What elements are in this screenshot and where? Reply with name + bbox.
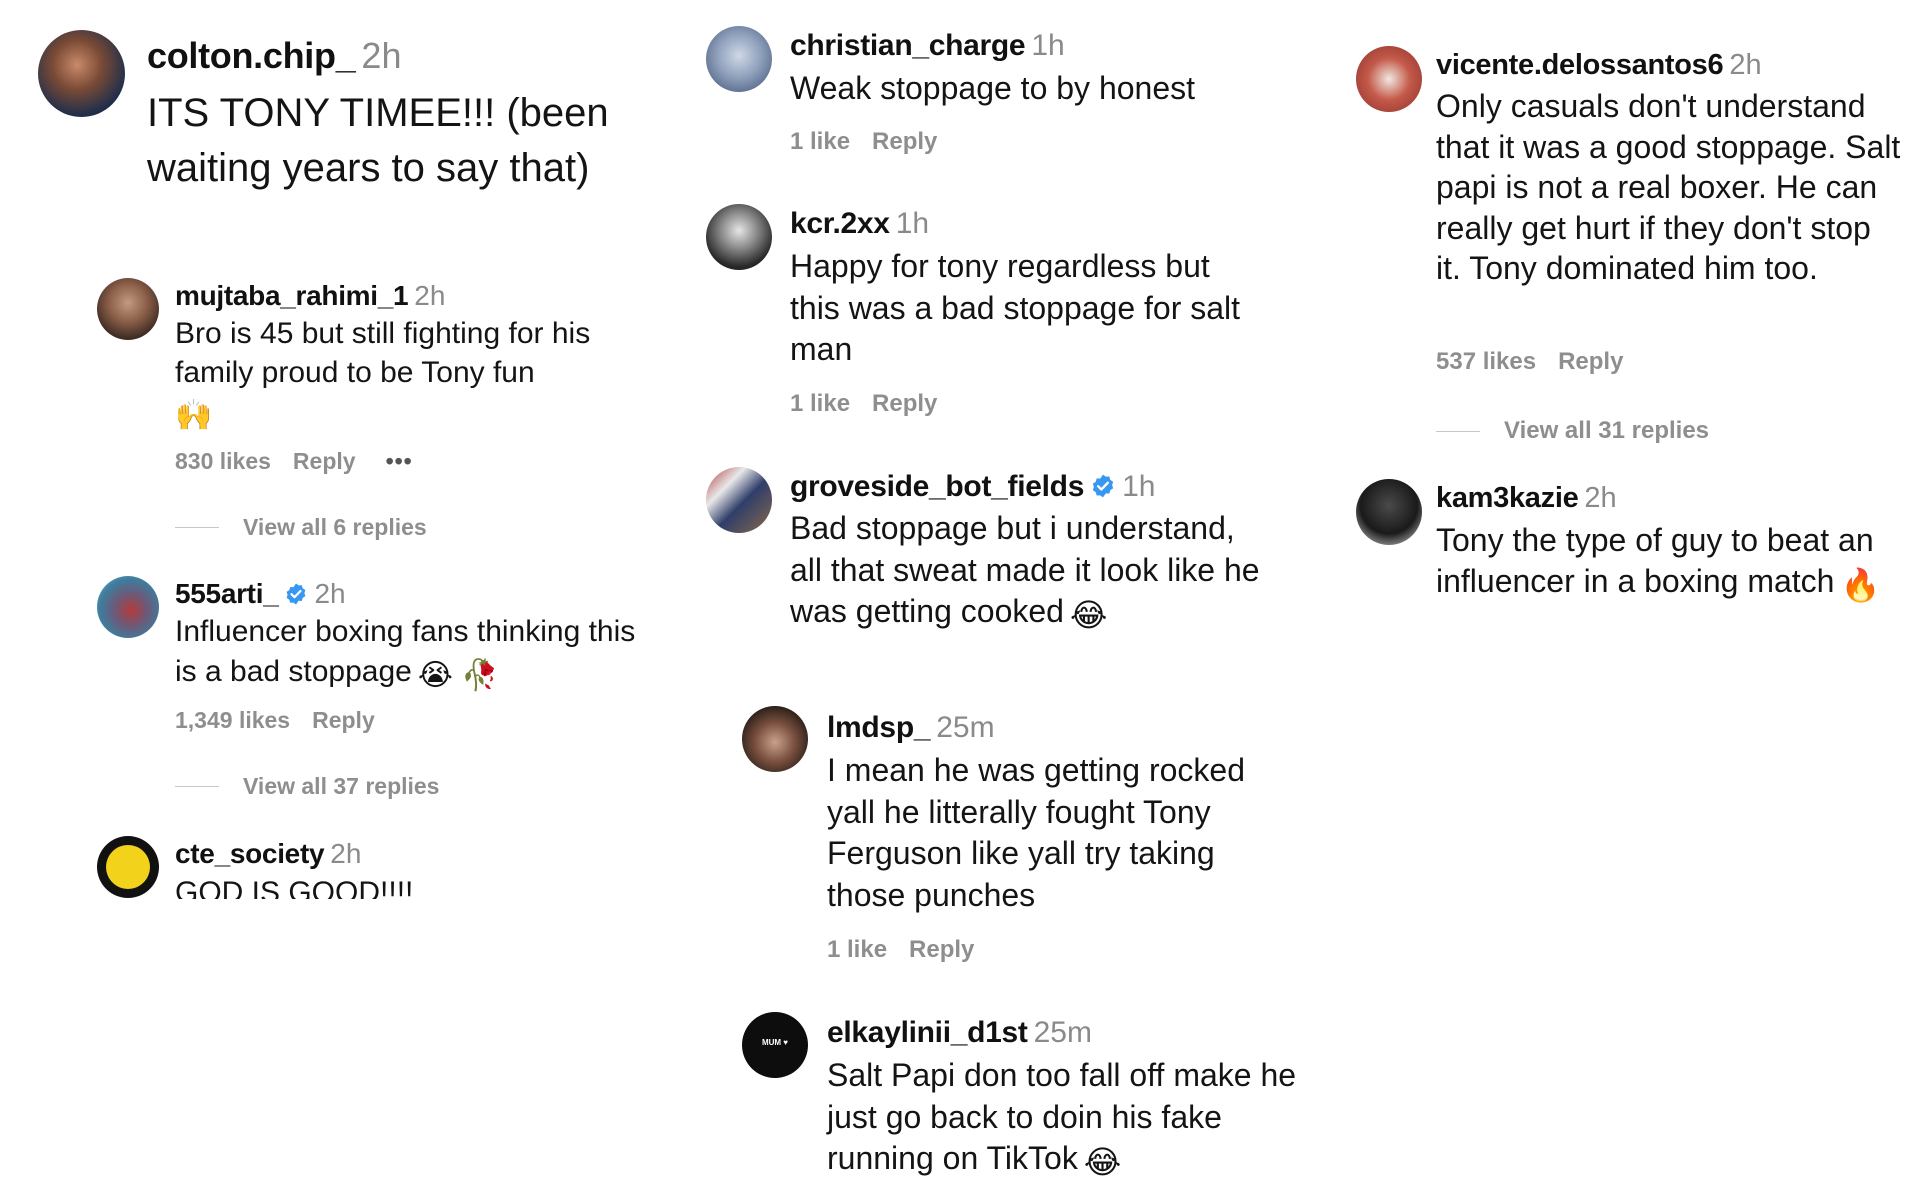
crying-rose-emoji: 😭 🥀 xyxy=(417,659,499,692)
divider xyxy=(175,786,219,787)
likes-count[interactable]: 1 like xyxy=(790,128,850,155)
username[interactable]: cte_society xyxy=(175,838,325,869)
comment-body: Tony the type of guy to beat an influenc… xyxy=(1436,522,1874,599)
timestamp: 1h xyxy=(1031,29,1065,62)
avatar[interactable] xyxy=(97,836,159,898)
comment-header: kam3kazie 2h xyxy=(1436,481,1617,516)
view-replies-button[interactable]: View all 6 replies xyxy=(175,514,427,541)
comment-header: elkaylinii_d1st 25m xyxy=(827,1015,1092,1051)
raised-hands-emoji: 🙌 xyxy=(175,399,213,432)
timestamp: 25m xyxy=(936,711,995,744)
avatar[interactable] xyxy=(706,26,772,92)
comment-text: GOD IS GOOD!!!! xyxy=(175,875,655,899)
likes-count[interactable]: 537 likes xyxy=(1436,348,1536,375)
comment-actions: 537 likes Reply xyxy=(1436,348,1645,376)
verified-badge-icon xyxy=(287,583,306,605)
avatar[interactable] xyxy=(706,204,772,270)
laughing-emoji: 😂 xyxy=(1069,597,1108,633)
username[interactable]: groveside_bot_fields xyxy=(790,470,1084,503)
avatar[interactable] xyxy=(742,706,808,772)
likes-count[interactable]: 1 like xyxy=(827,936,887,963)
comment-header: christian_charge 1h xyxy=(790,28,1065,64)
comment-text: Tony the type of guy to beat an influenc… xyxy=(1436,520,1896,606)
reply-button[interactable]: Reply xyxy=(872,128,937,155)
view-replies-label: View all 37 replies xyxy=(243,773,440,799)
username[interactable]: kam3kazie xyxy=(1436,482,1579,514)
comment-text: Weak stoppage to by honest xyxy=(790,70,1196,106)
comment-actions: 1 like Reply xyxy=(790,390,959,418)
comment-text: ITS TONY TIMEE!!! (been waiting years to… xyxy=(147,91,609,190)
comment-header: groveside_bot_fields 1h xyxy=(790,469,1155,505)
comment-body: Bro is 45 but still fighting for his fam… xyxy=(175,317,591,389)
comment-header: mujtaba_rahimi_1 2h xyxy=(175,279,445,313)
view-replies-button[interactable]: View all 31 replies xyxy=(1436,417,1709,445)
comment-header: vicente.delossantos6 2h xyxy=(1436,48,1762,83)
timestamp: 2h xyxy=(314,578,346,609)
view-replies-label: View all 31 replies xyxy=(1504,417,1710,444)
timestamp: 2h xyxy=(361,35,402,76)
avatar[interactable] xyxy=(706,467,772,533)
more-options-icon[interactable]: ••• xyxy=(386,448,413,474)
divider xyxy=(1436,430,1480,432)
timestamp: 1h xyxy=(895,207,930,240)
comment-actions: 1 like Reply xyxy=(790,128,959,156)
comment-body: GOD IS GOOD!!!! xyxy=(175,876,414,899)
comment-text: Salt Papi don too fall off make he just … xyxy=(827,1055,1307,1184)
fire-emoji: 🔥 xyxy=(1840,567,1881,603)
reply-button[interactable]: Reply xyxy=(312,707,375,733)
comment-header: kcr.2xx 1h xyxy=(790,206,929,242)
likes-count[interactable]: 1 like xyxy=(790,390,850,417)
comment-header: cte_society 2h xyxy=(175,837,361,871)
reply-button[interactable]: Reply xyxy=(872,390,937,417)
comment-text: Only casuals don't understand that it wa… xyxy=(1436,88,1901,286)
timestamp: 2h xyxy=(330,838,362,869)
avatar[interactable] xyxy=(1356,46,1422,112)
comment-text: I mean he was getting rocked yall he lit… xyxy=(827,752,1246,913)
username[interactable]: elkaylinii_d1st xyxy=(827,1016,1028,1049)
username[interactable]: kcr.2xx xyxy=(790,207,890,240)
view-replies-button[interactable]: View all 37 replies xyxy=(175,773,439,800)
comment-header: lmdsp_ 25m xyxy=(827,710,995,746)
avatar[interactable]: MUM ♥ xyxy=(742,1012,808,1078)
comment-body: Bad stoppage but i understand, all that … xyxy=(790,510,1260,629)
timestamp: 2h xyxy=(414,280,446,311)
comment-header: 555arti_ 2h xyxy=(175,577,346,611)
comment-actions: 1 like Reply xyxy=(827,936,996,964)
comment-actions: 830 likes Reply ••• xyxy=(175,448,435,475)
comment-text: Bad stoppage but i understand, all that … xyxy=(790,508,1270,637)
comment-body: Influencer boxing fans thinking this is … xyxy=(175,615,636,688)
comment-body: Salt Papi don too fall off make he just … xyxy=(827,1057,1297,1176)
comment-header: colton.chip_ 2h xyxy=(147,34,401,77)
avatar[interactable] xyxy=(1356,479,1422,545)
username[interactable]: colton.chip_ xyxy=(147,35,356,76)
likes-count[interactable]: 1,349 likes xyxy=(175,707,290,733)
username[interactable]: mujtaba_rahimi_1 xyxy=(175,280,409,311)
laughing-emoji: 😂 xyxy=(1083,1144,1122,1180)
username[interactable]: lmdsp_ xyxy=(827,711,931,744)
comment-text: Happy for tony regardless but this was a… xyxy=(790,248,1241,367)
comment-text: Bro is 45 but still fighting for his fam… xyxy=(175,314,630,435)
view-replies-label: View all 6 replies xyxy=(243,514,427,540)
timestamp: 1h xyxy=(1122,470,1156,503)
avatar-caption: MUM ♥ xyxy=(761,1038,789,1047)
username[interactable]: 555arti_ xyxy=(175,578,279,609)
avatar[interactable] xyxy=(97,278,159,340)
comment-actions: 1,349 likes Reply xyxy=(175,707,397,734)
timestamp: 25m xyxy=(1033,1016,1092,1049)
likes-count[interactable]: 830 likes xyxy=(175,448,271,474)
reply-button[interactable]: Reply xyxy=(1558,348,1623,375)
timestamp: 2h xyxy=(1584,482,1617,514)
avatar[interactable] xyxy=(38,30,125,117)
timestamp: 2h xyxy=(1729,49,1762,81)
reply-button[interactable]: Reply xyxy=(909,936,974,963)
divider xyxy=(175,527,219,528)
reply-button[interactable]: Reply xyxy=(293,448,356,474)
username[interactable]: christian_charge xyxy=(790,29,1026,62)
avatar[interactable] xyxy=(97,576,159,638)
comment-text: Influencer boxing fans thinking this is … xyxy=(175,612,655,696)
verified-badge-icon xyxy=(1092,474,1114,498)
username[interactable]: vicente.delossantos6 xyxy=(1436,49,1724,81)
